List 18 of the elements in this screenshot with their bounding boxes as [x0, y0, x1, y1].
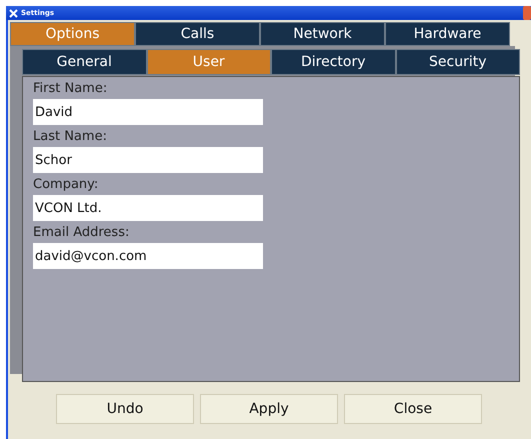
dialog-button[interactable]: Undo — [56, 394, 194, 424]
input-field[interactable]: VCON Ltd. — [33, 195, 263, 221]
tab[interactable]: Network — [260, 22, 385, 46]
tab[interactable]: Calls — [135, 22, 260, 46]
input-field[interactable]: david@vcon.com — [33, 243, 263, 269]
tab[interactable]: General — [22, 49, 146, 75]
input-field[interactable]: David — [33, 99, 263, 125]
tab[interactable]: Hardware — [385, 22, 510, 46]
field-label: Email Address: — [33, 225, 130, 240]
field-label: Last Name: — [33, 129, 108, 144]
tab[interactable]: Directory — [271, 49, 396, 75]
tools-icon — [9, 8, 18, 18]
field-label: Company: — [33, 177, 100, 192]
field-label: First Name: — [33, 81, 108, 96]
input-field[interactable]: Schor — [33, 147, 263, 173]
dialog-button[interactable]: Apply — [200, 394, 338, 424]
tab[interactable]: Security — [396, 49, 520, 75]
dialog-button[interactable]: Close — [344, 394, 482, 424]
